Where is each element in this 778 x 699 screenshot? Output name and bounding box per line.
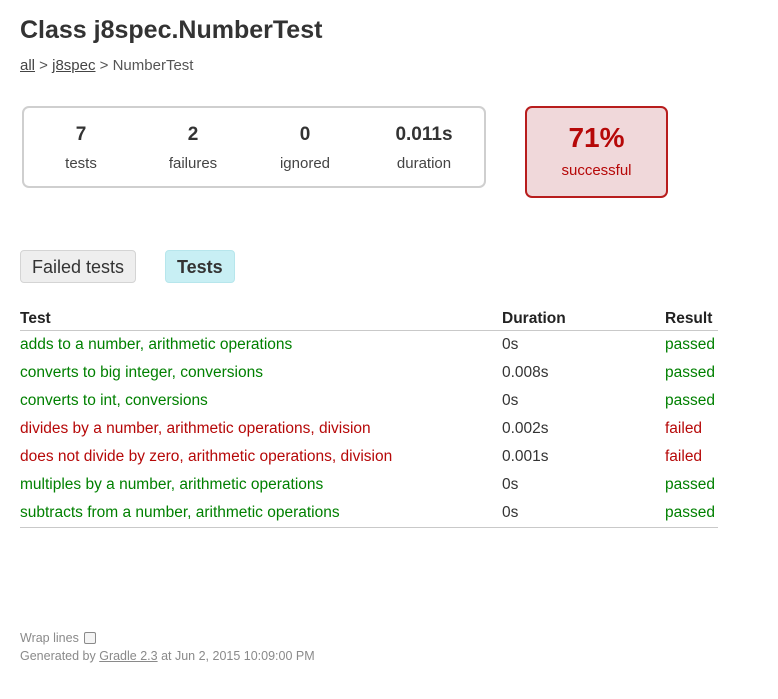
gradle-link[interactable]: Gradle 2.3 (99, 649, 157, 663)
breadcrumb-package-link[interactable]: j8spec (52, 57, 95, 74)
wrap-lines-checkbox[interactable] (83, 632, 96, 644)
test-duration: 0.008s (502, 364, 549, 381)
test-name: divides by a number, arithmetic operatio… (20, 420, 371, 437)
failures-counter: 2 failures (148, 124, 238, 172)
generated-timestamp: at Jun 2, 2015 10:09:00 PM (157, 649, 315, 663)
tab-failed-tests[interactable]: Failed tests (20, 250, 137, 283)
tests-counter: 7 tests (36, 124, 126, 172)
test-duration: 0s (502, 392, 519, 409)
generated-prefix: Generated by (20, 649, 100, 663)
table-row: adds to a number, arithmetic operations … (20, 331, 718, 360)
test-result: passed (665, 476, 715, 493)
success-rate-value: 71% (568, 122, 625, 153)
column-header-test: Test (20, 308, 502, 331)
breadcrumb-all-link[interactable]: all (20, 57, 35, 74)
wrap-lines-label: Wrap lines (20, 631, 79, 645)
wrap-lines-control: Wrap lines (20, 629, 315, 647)
table-row: converts to big integer, conversions 0.0… (20, 359, 718, 387)
test-name: converts to big integer, conversions (20, 364, 263, 381)
breadcrumb-current: NumberTest (112, 57, 194, 74)
test-result: passed (665, 392, 715, 409)
page-title: Class j8spec.NumberTest (20, 16, 323, 44)
test-duration: 0.002s (502, 420, 549, 437)
test-duration: 0.001s (502, 448, 549, 465)
breadcrumb: all > j8spec > NumberTest (20, 57, 193, 74)
test-duration: 0s (502, 336, 519, 353)
test-name: converts to int, conversions (20, 392, 208, 409)
tests-count: 7 (75, 124, 87, 145)
table-row: subtracts from a number, arithmetic oper… (20, 499, 718, 528)
failures-label: failures (168, 155, 218, 172)
ignored-counter: 0 ignored (260, 124, 350, 172)
footer: Wrap lines Generated by Gradle 2.3 at Ju… (20, 629, 315, 665)
breadcrumb-separator: > (35, 57, 53, 74)
table-row: divides by a number, arithmetic operatio… (20, 415, 718, 443)
table-row: does not divide by zero, arithmetic oper… (20, 443, 718, 471)
test-result: failed (665, 420, 703, 437)
test-result: passed (665, 364, 715, 381)
test-result: passed (665, 336, 715, 353)
table-row: converts to int, conversions 0s passed (20, 387, 718, 415)
test-name: multiples by a number, arithmetic operat… (20, 476, 324, 493)
duration-counter: 0.011s duration (379, 124, 469, 172)
generated-by-line: Generated by Gradle 2.3 at Jun 2, 2015 1… (20, 647, 315, 665)
success-rate-box: 71% successful (525, 106, 668, 198)
test-duration: 0s (502, 499, 665, 528)
test-duration: 0s (502, 476, 519, 493)
test-name: subtracts from a number, arithmetic oper… (20, 499, 502, 528)
test-result: passed (665, 499, 718, 528)
test-name: does not divide by zero, arithmetic oper… (20, 448, 393, 465)
table-row: multiples by a number, arithmetic operat… (20, 471, 718, 499)
column-header-result: Result (665, 308, 718, 331)
column-header-duration: Duration (502, 308, 665, 331)
table-header-row: Test Duration Result (20, 308, 718, 331)
failures-count: 2 (187, 124, 199, 145)
tests-label: tests (65, 155, 97, 172)
test-result: failed (665, 448, 703, 465)
test-name: adds to a number, arithmetic operations (20, 336, 293, 353)
ignored-count: 0 (299, 124, 311, 145)
summary-box: 7 tests 2 failures 0 ignored 0.011s dura… (22, 106, 486, 188)
breadcrumb-separator: > (95, 57, 113, 74)
ignored-label: ignored (279, 155, 331, 172)
tests-table: Test Duration Result adds to a number, a… (20, 308, 718, 528)
duration-value: 0.011s (395, 124, 453, 145)
tab-tests[interactable]: Tests (165, 250, 235, 283)
success-rate-label: successful (561, 162, 632, 179)
duration-label: duration (396, 155, 452, 172)
